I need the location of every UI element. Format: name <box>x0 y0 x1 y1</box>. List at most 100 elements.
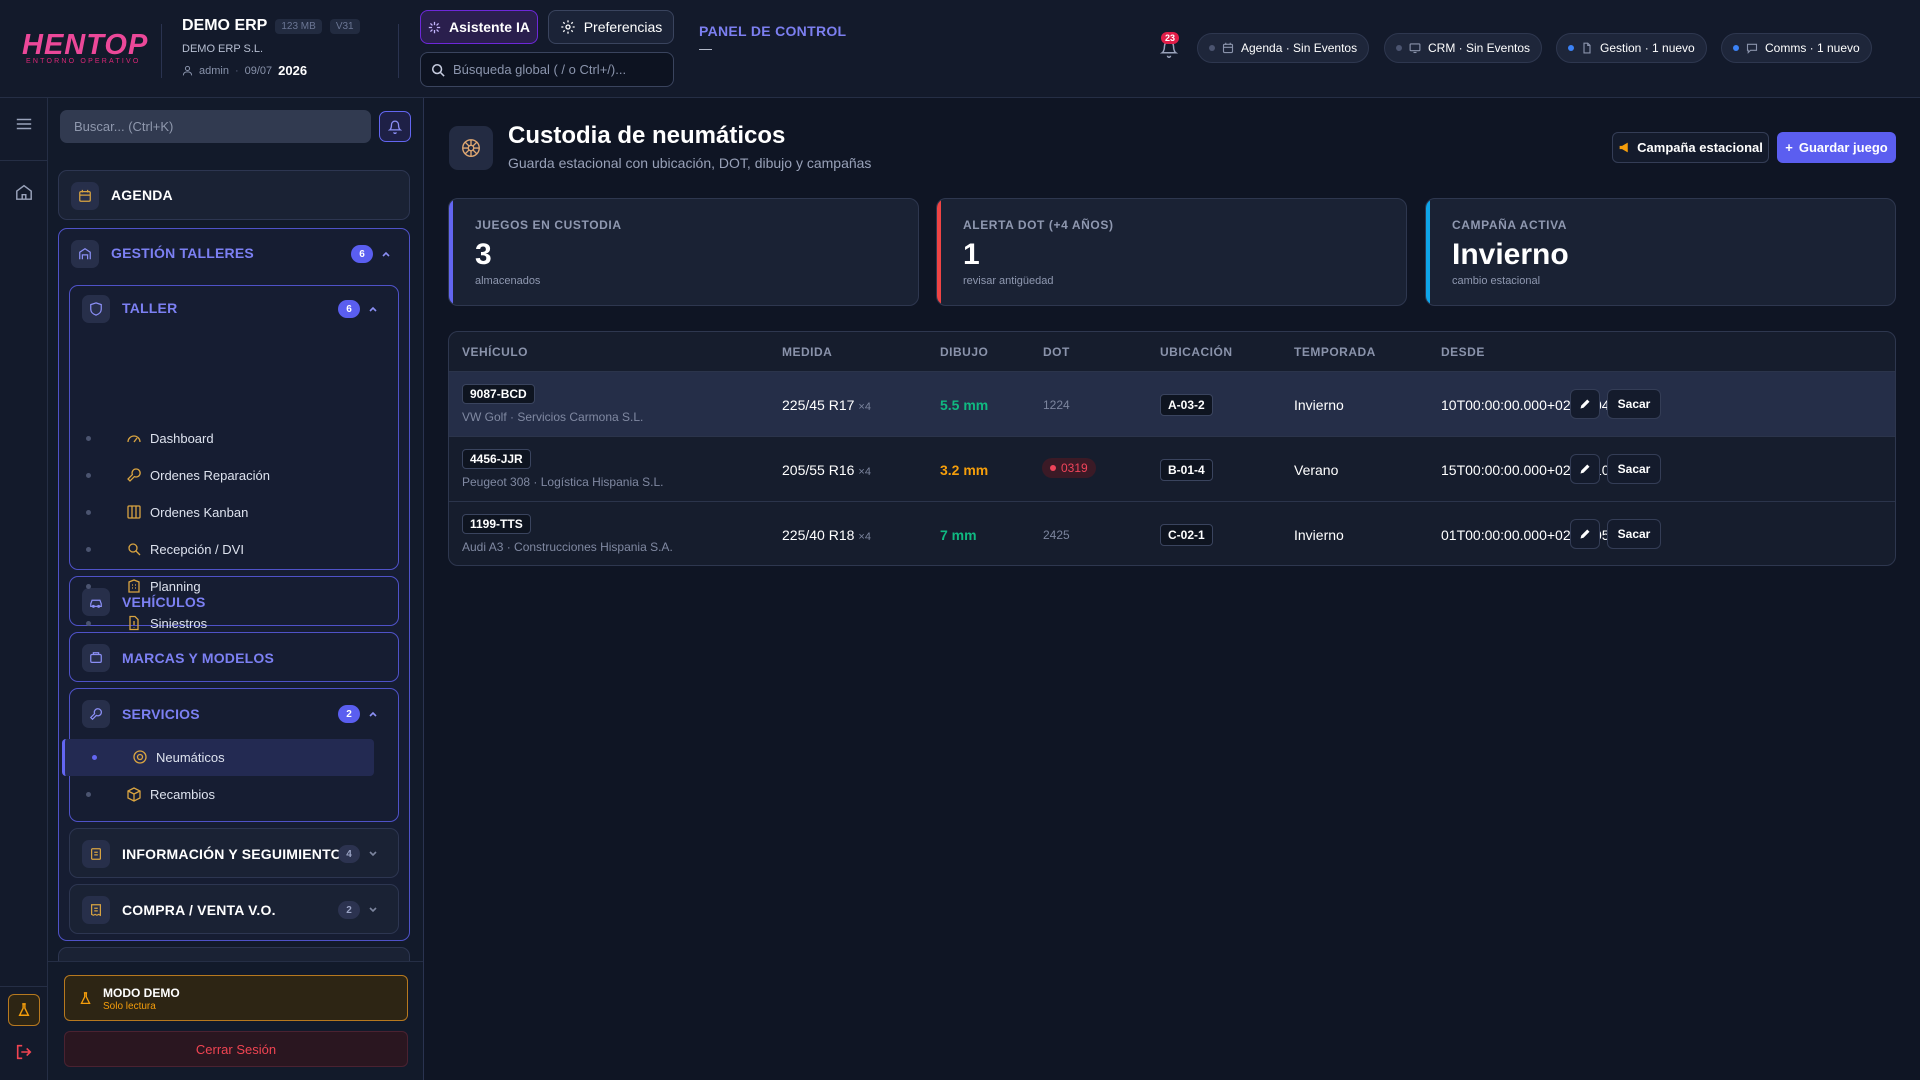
season: Invierno <box>1294 527 1344 543</box>
home-button[interactable] <box>12 180 36 204</box>
app-logo[interactable]: HENTOP ENTORNO OPERATIVO <box>22 30 147 66</box>
kpi-card-campaign: CAMPAÑA ACTIVA Invierno cambio estaciona… <box>1425 198 1896 306</box>
sidebar-notifications-button[interactable] <box>379 111 411 142</box>
remove-button[interactable]: Sacar <box>1607 454 1661 484</box>
count-badge: 2 <box>338 705 360 723</box>
sidebar-item-recepcion-dvi[interactable]: Recepción / DVI <box>56 531 380 568</box>
workshop-icon <box>71 240 99 268</box>
seasonal-campaign-button[interactable]: Campaña estacional <box>1612 132 1769 163</box>
sidebar-item-planning[interactable]: Planning <box>56 568 380 605</box>
status-dot <box>1396 45 1402 51</box>
sidebar-group-informacion[interactable]: INFORMACIÓN Y SEGUIMIENTO 4 <box>69 828 399 878</box>
user-info: admin · 09/07 2026 <box>182 63 360 78</box>
sidebar-item-neumaticos[interactable]: Neumáticos <box>62 739 374 776</box>
top-bar: HENTOP ENTORNO OPERATIVO DEMO ERP 123 MB… <box>0 0 1920 98</box>
tread-depth: 3.2 mm <box>940 462 989 478</box>
gestion-talleres-header[interactable]: GESTIÓN TALLERES 6 <box>59 229 409 279</box>
global-search-input[interactable] <box>453 62 653 77</box>
col-header-medida[interactable]: MEDIDA <box>782 345 832 359</box>
chevron-up-icon <box>382 251 390 257</box>
megaphone-icon <box>1619 142 1628 153</box>
location-badge: C-02-1 <box>1160 524 1213 546</box>
calendar-icon <box>1222 42 1234 54</box>
chevron-up-icon <box>369 711 377 717</box>
save-set-button[interactable]: + Guardar juego <box>1777 132 1896 163</box>
demo-mode-banner: MODO DEMO Solo lectura <box>64 975 408 1021</box>
col-header-temporada[interactable]: TEMPORADA <box>1294 345 1376 359</box>
panel-value: — <box>699 41 712 56</box>
col-header-dibujo[interactable]: DIBUJO <box>940 345 988 359</box>
sidebar-item-dashboard[interactable]: Dashboard <box>56 420 380 457</box>
kpi-card-custody: JUEGOS EN CUSTODIA 3 almacenados <box>448 198 919 306</box>
icon-rail <box>0 98 48 1080</box>
tire-custody-table: VEHÍCULO MEDIDA DIBUJO DOT UBICACIÓN TEM… <box>448 331 1896 566</box>
sidebar-item-siniestros[interactable]: Siniestros <box>56 605 380 642</box>
status-dot <box>1209 45 1215 51</box>
sparkle-icon <box>428 21 441 33</box>
edit-button[interactable] <box>1570 454 1600 484</box>
bell-icon <box>388 120 402 134</box>
sidebar: AGENDA GESTIÓN TALLERES 6 TALLER 6 <box>48 98 424 1080</box>
sidebar-search-input[interactable] <box>74 119 344 134</box>
search-icon <box>431 63 445 77</box>
notifications-button[interactable]: 23 <box>1158 32 1180 58</box>
edit-button[interactable] <box>1570 389 1600 419</box>
gestion-status-pill[interactable]: Gestion · 1 nuevo <box>1556 33 1707 63</box>
agenda-status-pill[interactable]: Agenda · Sin Eventos <box>1197 33 1370 63</box>
shield-icon <box>82 295 110 323</box>
tire-size: 205/55 R16 ×4 <box>782 462 871 478</box>
preferences-button[interactable]: Preferencias <box>548 10 674 44</box>
table-row[interactable]: 9087-BCD VW Golf · Servicios Carmona S.L… <box>449 371 1895 436</box>
user-icon <box>182 65 193 76</box>
chevron-down-icon <box>369 851 377 857</box>
tool-icon <box>127 468 141 482</box>
logout-rail-button[interactable] <box>12 1040 36 1064</box>
remove-button[interactable]: Sacar <box>1607 389 1661 419</box>
logout-button[interactable]: Cerrar Sesión <box>64 1031 408 1067</box>
tire-size: 225/45 R17 ×4 <box>782 397 871 413</box>
col-header-vehiculo[interactable]: VEHÍCULO <box>462 345 528 359</box>
kpi-card-dot-alert: ALERTA DOT (+4 AÑOS) 1 revisar antigüeda… <box>936 198 1407 306</box>
pencil-icon <box>1580 529 1590 539</box>
edit-button[interactable] <box>1570 519 1600 549</box>
count-badge: 4 <box>338 845 360 863</box>
pencil-icon <box>1580 399 1590 409</box>
remove-button[interactable]: Sacar <box>1607 519 1661 549</box>
col-header-desde[interactable]: DESDE <box>1441 345 1485 359</box>
status-dot <box>1568 45 1574 51</box>
sidebar-item-recambios[interactable]: Recambios <box>56 776 380 813</box>
demo-mode-button[interactable] <box>8 994 40 1026</box>
location-badge: B-01-4 <box>1160 459 1213 481</box>
col-header-ubicacion[interactable]: UBICACIÓN <box>1160 345 1233 359</box>
building-icon <box>128 579 140 593</box>
menu-toggle-button[interactable] <box>12 112 36 136</box>
current-year: 2026 <box>278 63 308 78</box>
crm-status-pill[interactable]: CRM · Sin Eventos <box>1384 33 1543 63</box>
box-icon <box>127 787 141 802</box>
plate-badge: 4456-JJR <box>462 449 531 469</box>
erp-title: DEMO ERP <box>182 17 268 34</box>
table-row[interactable]: 1199-TTS Audi A3 · Construcciones Hispan… <box>449 501 1895 565</box>
ai-assistant-button[interactable]: Asistente IA <box>420 10 538 44</box>
receipt-icon <box>82 896 110 924</box>
chevron-up-icon <box>369 306 377 312</box>
taller-header[interactable]: TALLER 6 <box>70 286 398 332</box>
plus-icon: + <box>1785 140 1793 155</box>
global-search[interactable] <box>420 52 674 87</box>
col-header-dot[interactable]: DOT <box>1043 345 1070 359</box>
dot-code: 2425 <box>1043 528 1070 542</box>
alert-dot-icon <box>1050 465 1056 471</box>
monitor-icon <box>1409 43 1421 54</box>
sidebar-search[interactable] <box>60 110 371 143</box>
count-badge: 6 <box>338 300 360 318</box>
sidebar-item-agenda[interactable]: AGENDA <box>58 170 410 220</box>
sidebar-item-ordenes-kanban[interactable]: Ordenes Kanban <box>56 494 380 531</box>
sidebar-item-ordenes-reparacion[interactable]: Ordenes Reparación <box>56 457 380 494</box>
sidebar-group-compra-venta[interactable]: COMPRA / VENTA V.O. 2 <box>69 884 399 934</box>
servicios-header[interactable]: SERVICIOS 2 <box>70 689 398 737</box>
vehicle-info: VW Golf · Servicios Carmona S.L. <box>462 410 644 424</box>
comms-status-pill[interactable]: Comms · 1 nuevo <box>1721 33 1872 63</box>
count-badge: 6 <box>351 245 373 263</box>
table-row[interactable]: 4456-JJR Peugeot 308 · Logística Hispani… <box>449 436 1895 501</box>
tire-icon <box>449 126 493 170</box>
